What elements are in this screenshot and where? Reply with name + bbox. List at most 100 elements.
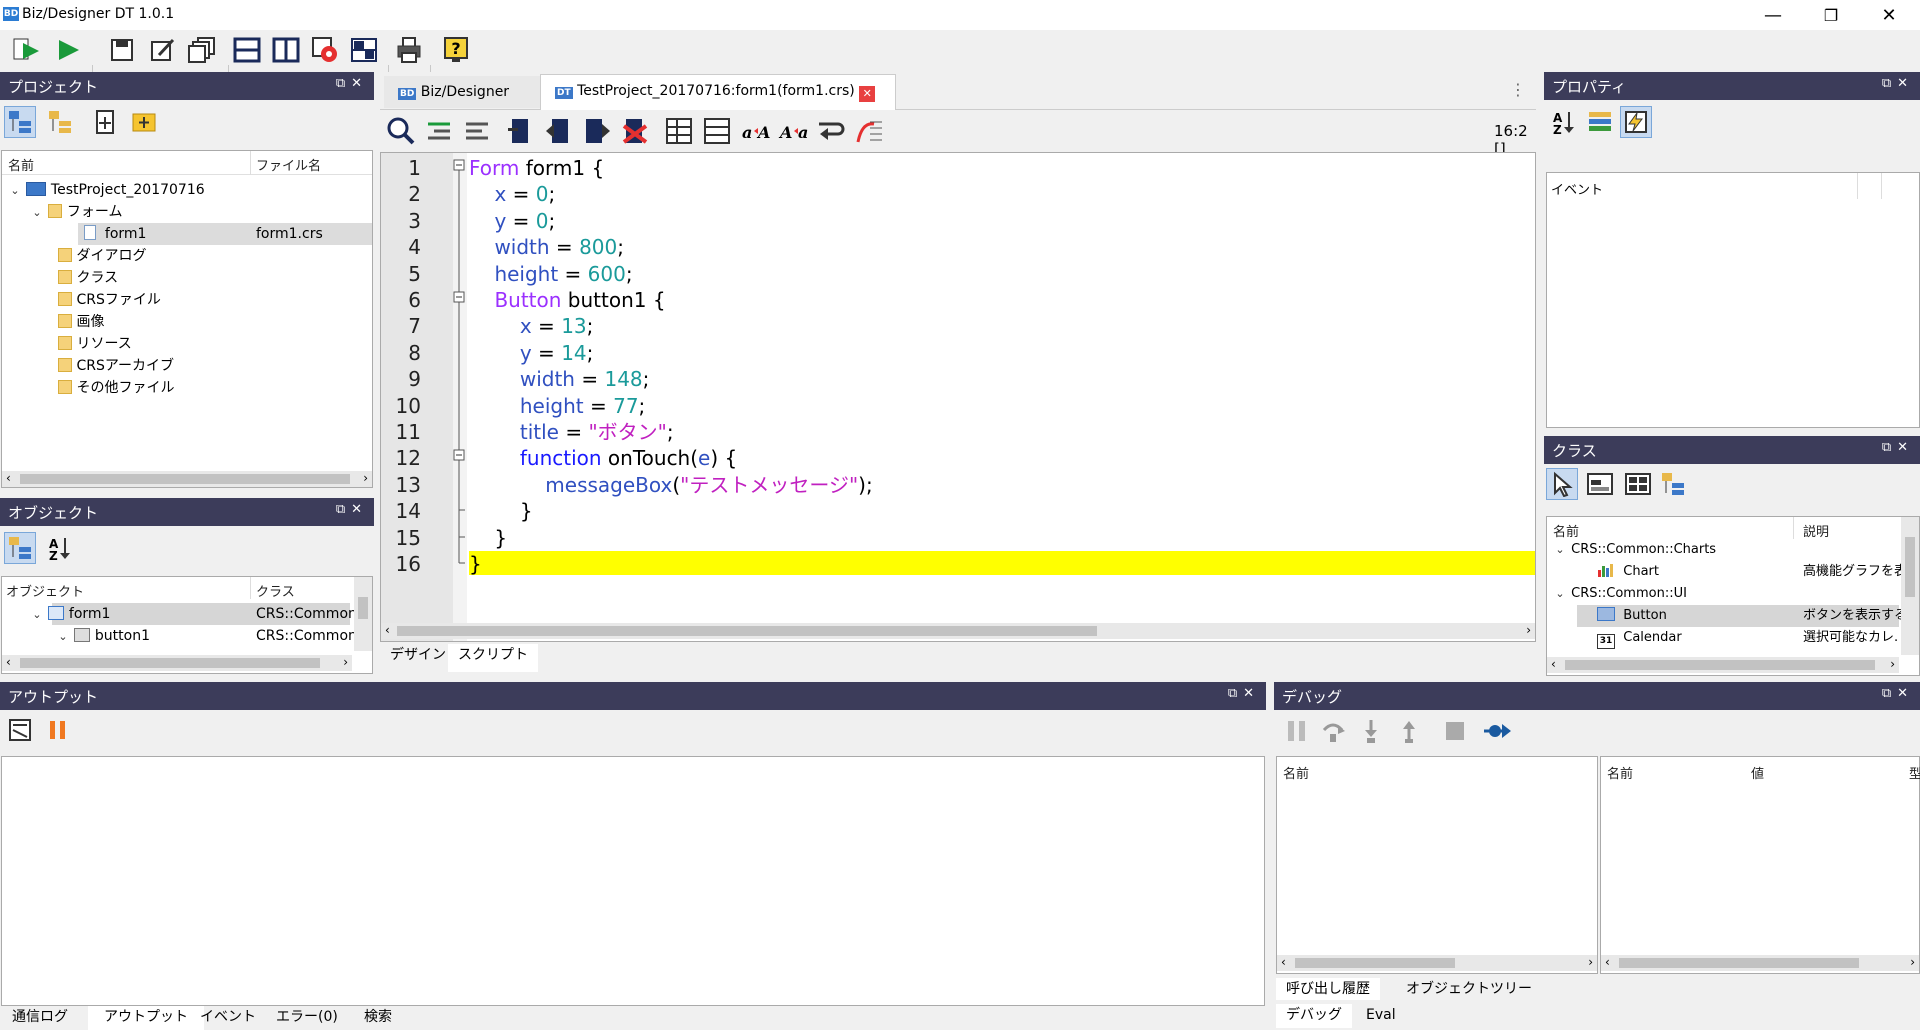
tab-search[interactable]: 検索 [354,1006,402,1030]
object-scrollbar[interactable]: ‹ › [2,655,352,671]
tab-call-stack[interactable]: 呼び出し履歴 [1276,978,1380,1000]
project-scrollbar[interactable]: ‹ › [2,471,372,487]
stop-icon[interactable] [1442,718,1468,744]
properties-panel: プロパティ ⧉✕ AZ イベント [1544,72,1920,428]
layout-horizontal-button[interactable] [231,34,263,66]
layout-vertical-button[interactable] [270,34,302,66]
panel-float-close-icon[interactable]: ⧉✕ [336,76,368,91]
panel-float-close-icon[interactable]: ⧉✕ [1882,686,1914,701]
more-options-icon[interactable]: ⋮ [1510,80,1526,99]
class-row[interactable]: 31 Calendar [1597,627,1682,649]
help-button[interactable]: ? [440,34,472,66]
tree-folder-button[interactable] [44,106,76,138]
tab-event[interactable]: イベント [190,1006,266,1030]
step-into-icon[interactable] [1358,718,1384,744]
tab-form1[interactable]: DT TestProject_20170716:form1(form1.crs)… [540,74,896,110]
object-vscroll[interactable] [354,577,372,651]
tab-script[interactable]: スクリプト [448,644,538,672]
tree-item-folder[interactable]: 画像 [58,311,104,333]
sort-button[interactable]: AZ [1548,106,1580,138]
table-icon[interactable] [664,116,694,146]
bookmark-toggle-icon[interactable] [506,116,536,146]
close-button[interactable]: ✕ [1860,0,1918,30]
tab-object-tree[interactable]: オブジェクトツリー [1396,978,1542,1000]
maximize-button[interactable]: ❐ [1802,0,1860,30]
class-row[interactable]: Chart [1597,561,1659,583]
editor-hscroll[interactable]: ‹ › [381,623,1535,639]
run-button[interactable] [52,34,84,66]
step-out-icon[interactable] [1396,718,1422,744]
tree-item-forms[interactable]: ⌄ フォーム [30,201,123,223]
panel-float-close-icon[interactable]: ⧉✕ [336,502,368,517]
step-over-icon[interactable] [1320,718,1346,744]
class-group-row[interactable]: ⌄ CRS::Common::Charts [1553,539,1716,561]
call-stack-list[interactable]: 名前 ‹ › [1276,756,1598,974]
tab-close-icon[interactable]: ✕ [859,86,876,102]
tree-item-folder[interactable]: その他ファイル [58,377,174,399]
tree-item-form1[interactable]: form1 [84,223,146,245]
object-row[interactable]: ⌄ button1 [56,625,150,647]
tree-item-folder[interactable]: クラス [58,267,118,289]
grid-view-button[interactable] [1622,468,1654,500]
continue-icon[interactable] [1482,718,1512,744]
class-vscroll[interactable] [1901,517,1919,655]
object-col-object: オブジェクト [6,585,85,600]
output-text-area[interactable] [1,756,1265,1006]
minimize-button[interactable]: — [1744,0,1802,30]
goto-line-icon[interactable] [854,116,884,146]
tree-item-folder[interactable]: リソース [58,333,132,355]
uppercase-icon[interactable]: Aa [778,116,810,146]
settings-button[interactable] [309,34,341,66]
add-folder-button[interactable] [128,106,160,138]
windows-button[interactable] [186,34,218,66]
grid-button[interactable] [348,34,380,66]
code-editor[interactable]: 1 2 3 4 5 6 7 8 9 10 11 12 13 14 15 16 F… [380,152,1536,642]
tab-design[interactable]: デザイン [380,644,456,666]
class-group-row[interactable]: ⌄ CRS::Common::UI [1553,583,1687,605]
bookmark-prev-icon[interactable] [544,116,574,146]
word-wrap-icon[interactable] [816,116,846,146]
tab-biz-designer[interactable]: BD Biz/Designer [384,76,540,108]
indent-icon[interactable] [424,116,454,146]
variables-list[interactable]: 名前 値 型 ‹ › [1600,756,1920,974]
run-debug-button[interactable] [10,34,42,66]
class-hscroll[interactable]: ‹ › [1547,657,1899,673]
tab-output[interactable]: アウトプット [88,1006,204,1030]
variables-hscroll[interactable]: ‹ › [1601,955,1919,971]
tree-view-button[interactable] [4,106,36,138]
tab-eval[interactable]: Eval [1356,1004,1406,1028]
find-icon[interactable] [386,116,416,146]
tree-item-root[interactable]: ⌄ TestProject_20170716 [8,179,205,201]
tab-debug[interactable]: デバッグ [1276,1004,1352,1028]
categories-button[interactable] [1584,106,1616,138]
add-file-button[interactable] [90,106,122,138]
bookmark-clear-icon[interactable] [620,116,650,146]
outdent-icon[interactable] [462,116,492,146]
tab-error[interactable]: エラー(0) [266,1006,348,1030]
panel-float-close-icon[interactable]: ⧉✕ [1882,76,1914,91]
table-rows-icon[interactable] [702,116,732,146]
pointer-button[interactable] [1546,468,1578,500]
tree-item-folder[interactable]: CRSアーカイブ [58,355,174,377]
lowercase-icon[interactable]: aA [740,116,772,146]
events-button[interactable] [1620,106,1652,138]
form-view-button[interactable] [1584,468,1616,500]
panel-float-close-icon[interactable]: ⧉✕ [1228,686,1260,701]
object-tree-button[interactable] [4,532,36,564]
pause-output-button[interactable] [42,714,74,746]
edit-button[interactable] [146,34,178,66]
pause-debug-icon[interactable] [1284,718,1310,744]
bookmark-next-icon[interactable] [582,116,612,146]
class-tree-button[interactable] [1658,468,1690,500]
tree-item-folder[interactable]: ダイアログ [58,245,146,267]
class-row[interactable]: Button [1597,605,1667,627]
panel-float-close-icon[interactable]: ⧉✕ [1882,440,1914,455]
clear-output-button[interactable] [4,714,36,746]
save-button[interactable] [106,34,138,66]
sort-button[interactable]: AZ [44,532,76,564]
call-stack-hscroll[interactable]: ‹ › [1277,955,1597,971]
object-row[interactable]: ⌄ form1 [30,603,110,625]
tab-comm-log[interactable]: 通信ログ [2,1006,78,1030]
tree-item-folder[interactable]: CRSファイル [58,289,161,311]
print-button[interactable] [393,34,425,66]
